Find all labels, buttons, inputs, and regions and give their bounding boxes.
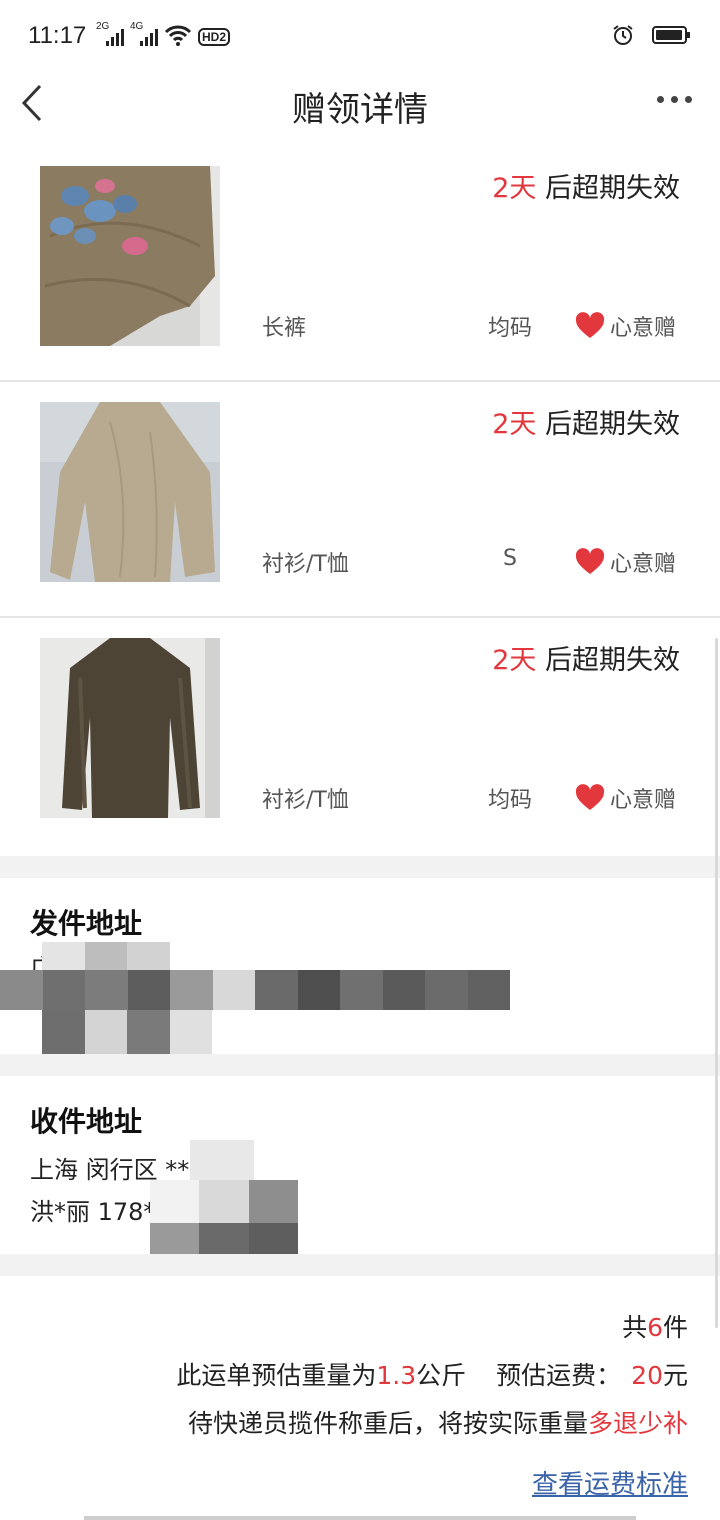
battery-icon: [652, 26, 690, 44]
section-divider: [0, 1254, 720, 1276]
redacted-mosaic: [42, 942, 170, 970]
receiver-address-section: 收件地址 上海 闵行区 ******* 洪*丽 178********: [0, 1076, 720, 1266]
status-time: 11:17: [28, 22, 87, 49]
redacted-mosaic: [190, 1140, 254, 1180]
item-size: S: [503, 546, 517, 571]
heart-icon: [575, 548, 605, 574]
sender-address-title: 发件地址: [30, 907, 143, 940]
item-size: 均码: [487, 788, 532, 813]
item-count: 共6件: [622, 1313, 688, 1342]
heart-icon: [575, 784, 605, 810]
weight-fee-line: 此运单预估重量为1.3公斤 预估运费： 20元: [176, 1361, 688, 1390]
section-divider: [0, 856, 720, 878]
section-divider: [0, 1054, 720, 1076]
gift-item[interactable]: 2天 后超期失效 衬衫/T恤 均码 心意赠: [0, 618, 720, 854]
more-options-icon[interactable]: [657, 96, 692, 103]
item-photo-pants: [40, 166, 220, 346]
hd-voice-icon: HD2: [198, 28, 231, 46]
home-indicator[interactable]: [84, 1516, 636, 1520]
wifi-icon: [164, 25, 192, 46]
status-bar: 11:17 2G 4G HD2: [0, 0, 720, 72]
expiry-days: 2天: [492, 173, 537, 204]
gift-type: 心意赠: [574, 310, 676, 342]
expiry-suffix: 后超期失效: [536, 645, 680, 676]
signal-2g-icon: 2G: [96, 21, 124, 46]
gift-label: 心意赠: [609, 552, 676, 577]
receiver-address-title: 收件地址: [30, 1105, 143, 1138]
expiry-suffix: 后超期失效: [536, 409, 680, 440]
status-icons: 2G 4G HD2: [96, 21, 231, 46]
gift-item-list: 2天 后超期失效 长裤 均码 心意赠 2天 后超期失效 衬衫/T恤 S 心意赠 …: [0, 146, 720, 854]
view-shipping-rates-link[interactable]: 查看运费标准: [532, 1464, 688, 1501]
shipping-summary: 共6件 此运单预估重量为1.3公斤 预估运费： 20元 待快递员揽件称重后，将按实际…: [0, 1276, 720, 1520]
gift-type: 心意赠: [574, 546, 676, 578]
item-category: 衬衫/T恤: [262, 788, 349, 813]
expiry-days: 2天: [492, 645, 537, 676]
sender-address-section: 发件地址 广: [0, 878, 720, 1056]
scrollbar[interactable]: [715, 638, 718, 1328]
item-photo-top: [40, 402, 220, 582]
item-category: 长裤: [262, 316, 307, 341]
redacted-mosaic: [0, 970, 510, 1010]
gift-label: 心意赠: [609, 316, 676, 341]
gift-item[interactable]: 2天 后超期失效 衬衫/T恤 S 心意赠: [0, 382, 720, 618]
item-size: 均码: [487, 316, 532, 341]
app-header: 赠领详情: [0, 72, 720, 134]
expiry-notice: 2天 后超期失效: [492, 638, 680, 677]
gift-label: 心意赠: [609, 788, 676, 813]
item-category: 衬衫/T恤: [262, 552, 349, 577]
expiry-suffix: 后超期失效: [536, 173, 680, 204]
heart-icon: [575, 312, 605, 338]
alarm-icon: [613, 25, 633, 45]
signal-4g-icon: 4G: [130, 21, 158, 46]
expiry-notice: 2天 后超期失效: [492, 402, 680, 441]
item-photo-knit-top: [40, 638, 220, 818]
expiry-notice: 2天 后超期失效: [492, 166, 680, 205]
gift-item[interactable]: 2天 后超期失效 长裤 均码 心意赠: [0, 146, 720, 382]
redacted-mosaic: [42, 1010, 212, 1056]
page-title: 赠领详情: [292, 90, 428, 130]
weighing-note: 待快递员揽件称重后，将按实际重量多退少补: [187, 1409, 688, 1438]
gift-type: 心意赠: [574, 782, 676, 814]
expiry-days: 2天: [492, 409, 537, 440]
